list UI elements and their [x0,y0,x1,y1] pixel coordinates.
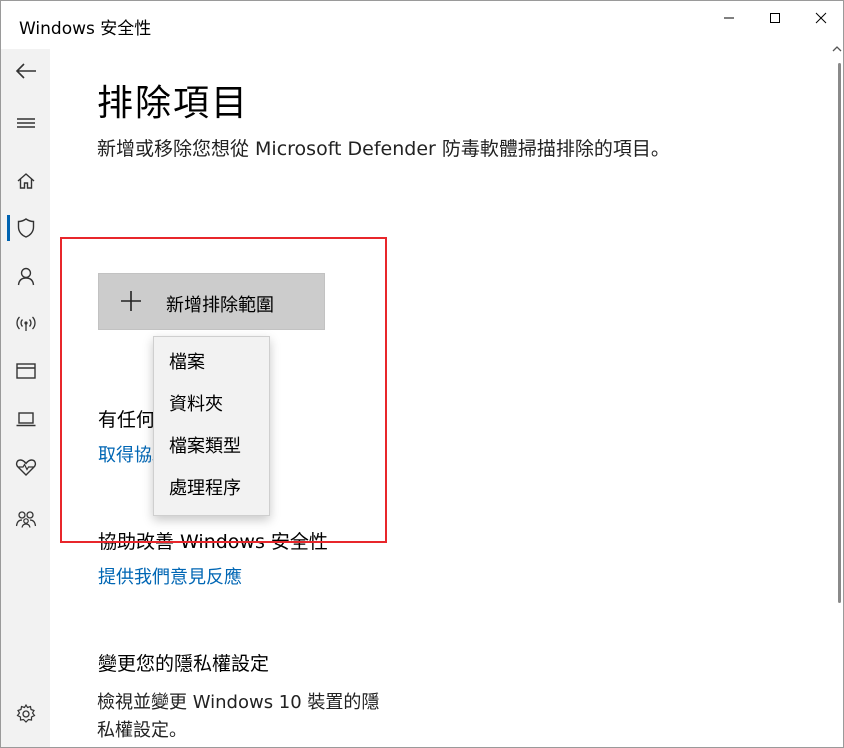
feedback-link[interactable]: 提供我們意見反應 [98,563,242,589]
back-arrow-icon [15,63,36,79]
nav-item-account[interactable] [1,254,50,298]
account-icon [17,267,34,286]
nav-menu-button[interactable] [1,101,50,145]
family-icon [15,511,36,528]
close-icon [815,12,827,24]
nav-rail [1,49,50,747]
home-icon [17,173,34,189]
nav-item-home[interactable] [1,159,50,203]
app-window: Windows 安全性 排除項目 新增或移除您想從 Microsoft Defe… [0,0,844,748]
heart-health-icon [15,459,36,476]
highlight-box [60,237,387,543]
nav-item-firewall[interactable] [1,301,50,345]
scroll-up-arrow-icon [832,46,842,52]
scroll-up-button[interactable] [831,43,843,55]
title-bar: Windows 安全性 [1,1,843,49]
laptop-icon [16,412,35,427]
page-title: 排除項目 [97,83,250,124]
settings-gear-icon [16,703,35,723]
window-title: Windows 安全性 [19,19,152,39]
maximize-button[interactable] [752,1,798,35]
maximize-icon [770,13,780,23]
shield-icon [17,218,34,238]
close-button[interactable] [798,1,844,35]
scrollbar-thumb[interactable] [838,63,841,603]
nav-item-app-browser[interactable] [1,349,50,393]
minimize-button[interactable] [706,1,752,35]
nav-item-settings[interactable] [1,692,50,736]
privacy-text: 檢視並變更 Windows 10 裝置的隱私權設定。 [97,692,380,741]
wireless-icon [15,316,36,331]
privacy-heading: 變更您的隱私權設定 [98,653,270,675]
nav-item-family-options[interactable] [1,497,50,541]
nav-item-device-security[interactable] [1,397,50,441]
page-description: 新增或移除您想從 Microsoft Defender 防毒軟體掃描排除的項目。 [97,138,670,160]
hamburger-menu-icon [16,118,35,128]
app-browser-icon [15,363,36,379]
minimize-icon [724,17,734,19]
back-button[interactable] [1,49,50,93]
nav-item-virus-protection[interactable] [1,206,50,250]
nav-item-device-health[interactable] [1,445,50,489]
